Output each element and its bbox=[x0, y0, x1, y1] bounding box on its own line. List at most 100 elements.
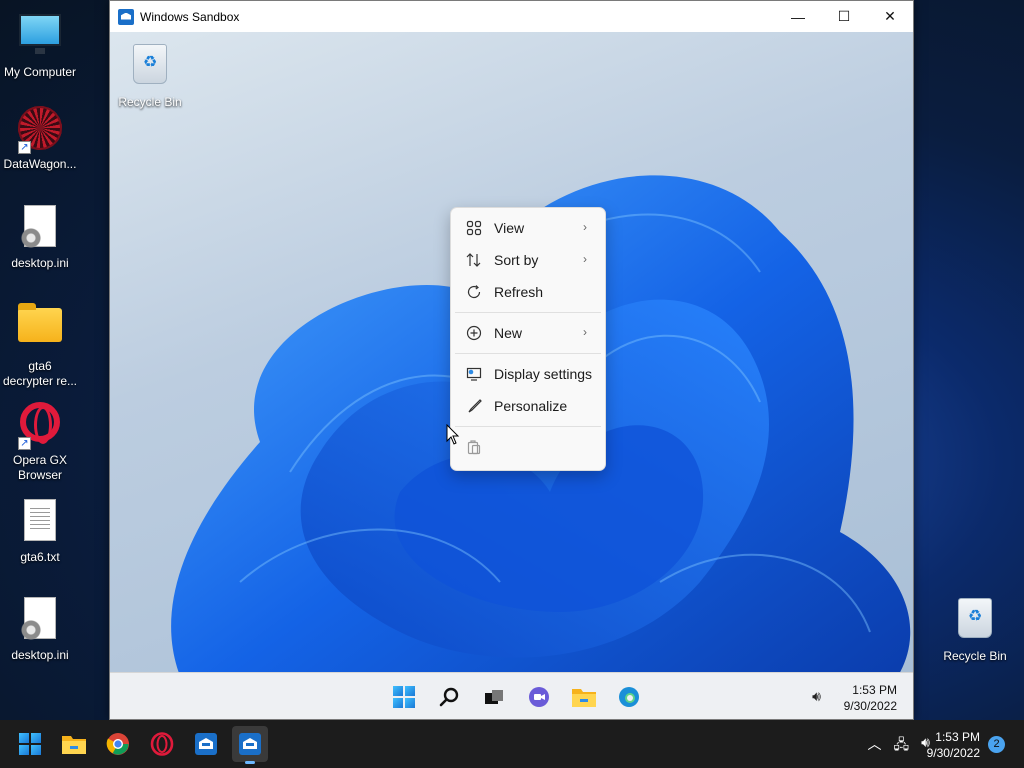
desktop-icon-opera-gx[interactable]: ↗ Opera GX Browser bbox=[0, 398, 80, 483]
host-sandbox-button-2[interactable] bbox=[232, 726, 268, 764]
window-title: Windows Sandbox bbox=[140, 9, 240, 24]
teams-chat-icon bbox=[529, 687, 549, 707]
desktop-icon-label: Recycle Bin bbox=[943, 649, 1007, 663]
desktop-icon-gta6-decrypter[interactable]: gta6 decrypter re... bbox=[0, 300, 80, 389]
shortcut-arrow-icon: ↗ bbox=[18, 141, 31, 154]
sandbox-taskbar: 🔊︎ 1:53 PM 9/30/2022 bbox=[110, 672, 913, 719]
desktop-icon-label: desktop.ini bbox=[11, 256, 69, 270]
shortcut-arrow-icon: ↗ bbox=[18, 437, 31, 450]
chat-button[interactable] bbox=[523, 681, 555, 713]
desktop-icon-desktop-ini-2[interactable]: desktop.ini bbox=[0, 594, 80, 663]
text-file-icon bbox=[16, 499, 64, 547]
sandbox-time: 1:53 PM bbox=[852, 683, 897, 697]
chevron-right-icon: › bbox=[583, 220, 587, 234]
personalize-brush-icon bbox=[465, 397, 483, 415]
chevron-right-icon: › bbox=[583, 252, 587, 266]
chevron-up-icon[interactable]: ︿ bbox=[868, 734, 882, 758]
desktop-icon-label: Recycle Bin bbox=[118, 95, 182, 109]
start-button[interactable] bbox=[388, 681, 420, 713]
sandbox-clock[interactable]: 1:53 PM 9/30/2022 bbox=[844, 682, 897, 714]
desktop-context-menu: View › Sort by › Refresh New › Display s… bbox=[450, 207, 606, 471]
network-icon[interactable]: 🖧︎ bbox=[894, 734, 910, 758]
desktop-icon-label: gta6 decrypter re... bbox=[2, 359, 78, 388]
mouse-cursor bbox=[446, 424, 460, 445]
desktop-icon-gta6-txt[interactable]: gta6.txt bbox=[0, 496, 80, 565]
minimize-button[interactable]: — bbox=[775, 1, 821, 32]
sandbox-app-icon bbox=[118, 8, 134, 25]
task-view-icon bbox=[485, 690, 503, 704]
host-date: 9/30/2022 bbox=[926, 746, 980, 760]
desktop-icon-label: My Computer bbox=[3, 65, 77, 79]
desktop-icon-label: DataWagon... bbox=[3, 157, 77, 171]
host-taskbar: ︿ 🖧︎ 🔊︎ 1:53 PM 9/30/2022 2 bbox=[0, 720, 1024, 768]
sandbox-titlebar[interactable]: Windows Sandbox — ☐ ✕ bbox=[110, 1, 913, 32]
sort-icon bbox=[465, 251, 483, 269]
menu-item-personalize[interactable]: Personalize bbox=[455, 390, 601, 422]
sandbox-date: 9/30/2022 bbox=[843, 699, 897, 713]
system-tray: ︿ 🖧︎ 🔊︎ bbox=[868, 734, 930, 758]
desktop-icon-label: Opera GX Browser bbox=[12, 453, 68, 482]
opera-gx-icon: ↗ bbox=[16, 402, 64, 450]
sandbox-app-icon bbox=[239, 733, 261, 755]
windows-logo-icon bbox=[393, 686, 415, 708]
menu-separator bbox=[455, 426, 601, 427]
desktop-icon-label: desktop.ini bbox=[11, 648, 69, 662]
menu-item-paste[interactable] bbox=[455, 431, 601, 463]
desktop-icon-datawagon[interactable]: ↗ DataWagon... bbox=[0, 104, 80, 172]
host-opera-gx-button[interactable] bbox=[144, 726, 180, 762]
folder-icon bbox=[62, 736, 86, 754]
close-button[interactable]: ✕ bbox=[867, 1, 913, 32]
refresh-icon bbox=[465, 283, 483, 301]
desktop-icon-label: gta6.txt bbox=[20, 550, 60, 564]
menu-item-label: New bbox=[494, 325, 523, 341]
opera-gx-icon bbox=[150, 732, 174, 756]
display-settings-icon bbox=[465, 365, 483, 383]
desktop-icon-desktop-ini-1[interactable]: desktop.ini bbox=[0, 202, 80, 271]
desktop-icon-recycle-bin-host[interactable]: ♻ Recycle Bin bbox=[935, 594, 1015, 664]
volume-icon[interactable]: 🔊︎ bbox=[812, 688, 821, 705]
host-sandbox-button-1[interactable] bbox=[188, 726, 224, 762]
paste-clipboard-icon bbox=[465, 438, 483, 456]
menu-item-label: Display settings bbox=[494, 366, 593, 382]
monitor-icon bbox=[16, 14, 64, 62]
menu-item-label: Sort by bbox=[494, 252, 539, 268]
view-grid-icon bbox=[465, 219, 483, 237]
edge-browser-icon bbox=[619, 687, 639, 707]
menu-item-sort-by[interactable]: Sort by › bbox=[455, 244, 601, 276]
menu-item-refresh[interactable]: Refresh bbox=[455, 276, 601, 308]
menu-separator bbox=[455, 353, 601, 354]
recycle-bin-icon: ♻ bbox=[951, 598, 999, 646]
search-icon bbox=[439, 687, 459, 707]
menu-item-label: Refresh bbox=[494, 284, 544, 300]
host-chrome-button[interactable] bbox=[100, 726, 136, 762]
menu-separator bbox=[455, 312, 601, 313]
settings-file-icon bbox=[16, 205, 64, 253]
menu-item-label: Personalize bbox=[494, 398, 568, 414]
host-time: 1:53 PM bbox=[935, 730, 980, 744]
new-plus-icon bbox=[465, 324, 483, 342]
menu-item-view[interactable]: View › bbox=[455, 212, 601, 244]
folder-icon bbox=[572, 689, 596, 707]
host-clock[interactable]: 1:53 PM 9/30/2022 bbox=[927, 729, 980, 761]
sandbox-app-icon bbox=[195, 733, 217, 755]
desktop-icon-recycle-bin-sandbox[interactable]: ♻ Recycle Bin bbox=[110, 40, 190, 110]
chrome-icon bbox=[106, 733, 129, 755]
search-button[interactable] bbox=[433, 681, 465, 713]
chevron-right-icon: › bbox=[583, 325, 587, 339]
maximize-button[interactable]: ☐ bbox=[821, 1, 867, 32]
recycle-bin-icon: ♻ bbox=[126, 44, 174, 92]
file-explorer-button[interactable] bbox=[568, 681, 600, 713]
host-start-button[interactable] bbox=[12, 726, 48, 762]
datawagon-app-icon: ↗ bbox=[16, 106, 64, 154]
host-file-explorer-button[interactable] bbox=[56, 726, 92, 762]
edge-button[interactable] bbox=[613, 681, 645, 713]
menu-item-label: View bbox=[494, 220, 525, 236]
menu-item-display-settings[interactable]: Display settings bbox=[455, 358, 601, 390]
menu-item-new[interactable]: New › bbox=[455, 317, 601, 349]
notification-badge[interactable]: 2 bbox=[988, 736, 1005, 753]
task-view-button[interactable] bbox=[478, 681, 510, 713]
folder-icon bbox=[16, 303, 64, 356]
windows-logo-icon bbox=[19, 733, 41, 755]
desktop-icon-my-computer[interactable]: My Computer bbox=[0, 8, 80, 80]
settings-file-icon bbox=[16, 597, 64, 645]
